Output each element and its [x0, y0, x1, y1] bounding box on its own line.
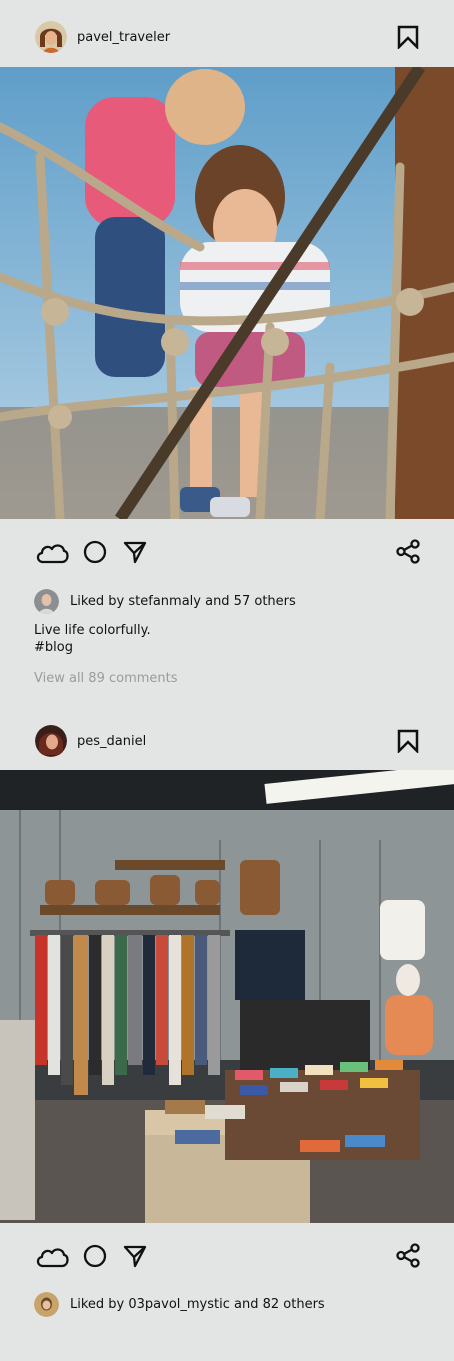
avatar[interactable]	[34, 1291, 59, 1317]
circle-icon[interactable]	[83, 1244, 107, 1268]
post-actions	[0, 1231, 454, 1281]
likes-text[interactable]: Liked by 03pavol_mystic and 82 others	[70, 1297, 325, 1312]
feed: pavel_traveler Liked by stefanmaly and 5…	[0, 0, 454, 1361]
avatar[interactable]	[35, 21, 67, 53]
cloud-icon[interactable]	[34, 539, 70, 565]
share-icon[interactable]	[396, 539, 421, 564]
bookmark-icon[interactable]	[397, 25, 419, 49]
avatar[interactable]	[35, 725, 67, 757]
post-actions	[0, 527, 454, 577]
send-icon[interactable]	[123, 1244, 147, 1268]
share-icon[interactable]	[396, 1243, 421, 1268]
likes-text[interactable]: Liked by stefanmaly and 57 others	[70, 594, 296, 609]
hashtag[interactable]: #blog	[34, 639, 151, 656]
post-image[interactable]	[0, 770, 454, 1223]
avatar[interactable]	[34, 588, 59, 614]
view-comments-link[interactable]: View all 89 comments	[34, 671, 178, 686]
cloud-icon[interactable]	[34, 1243, 70, 1269]
likes-row: Liked by stefanmaly and 57 others	[34, 588, 296, 614]
bookmark-icon[interactable]	[397, 729, 419, 753]
send-icon[interactable]	[123, 540, 147, 564]
post-image[interactable]	[0, 67, 454, 519]
post-header: pes_daniel	[0, 708, 454, 774]
username[interactable]: pavel_traveler	[77, 30, 170, 45]
caption: Live life colorfully. #blog	[34, 622, 151, 656]
circle-icon[interactable]	[83, 540, 107, 564]
post-header: pavel_traveler	[0, 4, 454, 70]
likes-row: Liked by 03pavol_mystic and 82 others	[34, 1291, 325, 1317]
caption-text: Live life colorfully.	[34, 623, 151, 638]
username[interactable]: pes_daniel	[77, 734, 146, 749]
